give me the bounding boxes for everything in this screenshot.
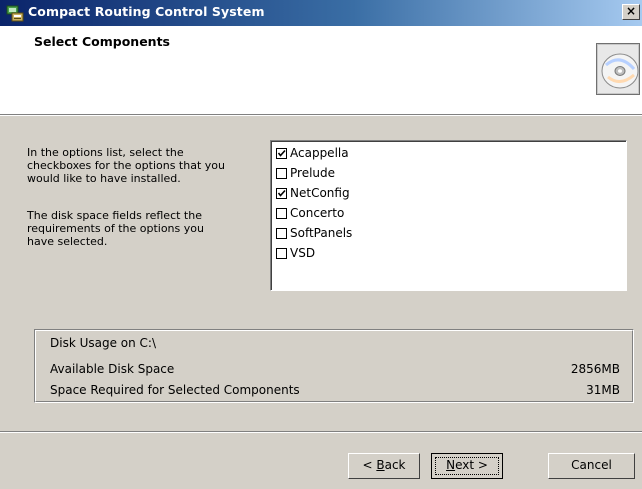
required-space-value: 31MB [586, 383, 620, 397]
disk-note-line: requirements of the options you [27, 222, 204, 235]
disk-note-line: The disk space fields reflect the [27, 209, 202, 222]
option-acappella[interactable]: Acappella [276, 143, 349, 163]
disk-usage-heading: Disk Usage on C:\ [50, 336, 157, 350]
options-list[interactable]: Acappella Prelude NetConfig Concerto Sof… [270, 140, 627, 291]
available-space-row: Available Disk Space 2856MB [50, 362, 620, 376]
option-label: VSD [290, 246, 316, 260]
option-netconfig[interactable]: NetConfig [276, 183, 350, 203]
checkbox-concerto[interactable] [276, 207, 287, 219]
close-button[interactable]: × [622, 4, 640, 20]
option-prelude[interactable]: Prelude [276, 163, 335, 183]
options-list-inner: Acappella Prelude NetConfig Concerto Sof… [271, 141, 626, 290]
back-button-rest: ack [384, 458, 406, 472]
required-space-row: Space Required for Selected Components 3… [50, 383, 620, 397]
option-label: NetConfig [290, 186, 350, 200]
close-icon: × [625, 4, 637, 18]
checkbox-prelude[interactable] [276, 167, 287, 179]
instructions-line: checkboxes for the options that you [27, 159, 225, 172]
window-title: Compact Routing Control System [28, 4, 265, 19]
disk-note-line: have selected. [27, 235, 108, 248]
option-softpanels[interactable]: SoftPanels [276, 223, 352, 243]
next-button[interactable]: Next > [431, 453, 503, 479]
checkbox-softpanels[interactable] [276, 227, 287, 239]
option-label: SoftPanels [290, 226, 353, 240]
checkbox-netconfig[interactable] [276, 187, 287, 199]
option-label: Prelude [290, 166, 336, 180]
footer-separator [0, 431, 642, 433]
header-separator [0, 114, 642, 116]
cancel-button[interactable]: Cancel [548, 453, 635, 479]
disk-note-text: The disk space fields reflect the requir… [27, 209, 262, 248]
page-title: Select Components [34, 34, 170, 49]
cancel-button-label: Cancel [571, 458, 612, 472]
checkmark-icon [277, 149, 286, 157]
focus-rectangle [435, 457, 499, 475]
back-button-accesskey: B [376, 458, 385, 472]
back-button[interactable]: < Back [348, 453, 420, 479]
title-bar[interactable]: Compact Routing Control System × [0, 0, 642, 26]
installer-window: Compact Routing Control System × Select … [0, 0, 642, 489]
available-space-label: Available Disk Space [50, 362, 175, 376]
required-space-label: Space Required for Selected Components [50, 383, 300, 397]
disk-usage-panel: Disk Usage on C:\ Available Disk Space 2… [34, 329, 634, 403]
header-panel: Select Components [0, 26, 642, 114]
option-label: Concerto [290, 206, 345, 220]
checkmark-icon [277, 189, 286, 197]
cd-disc-icon [596, 43, 640, 95]
checkbox-acappella[interactable] [276, 147, 287, 159]
back-button-prefix: < [362, 458, 377, 472]
option-concerto[interactable]: Concerto [276, 203, 344, 223]
instructions-text: In the options list, select the checkbox… [27, 146, 262, 185]
installer-app-icon [6, 5, 24, 22]
disk-usage-inner: Disk Usage on C:\ Available Disk Space 2… [35, 330, 633, 402]
checkbox-vsd[interactable] [276, 247, 287, 259]
option-vsd[interactable]: VSD [276, 243, 315, 263]
available-space-value: 2856MB [570, 362, 620, 376]
instructions-line: In the options list, select the [27, 146, 184, 159]
instructions-line: would like to have installed. [27, 172, 181, 185]
option-label: Acappella [290, 146, 349, 160]
